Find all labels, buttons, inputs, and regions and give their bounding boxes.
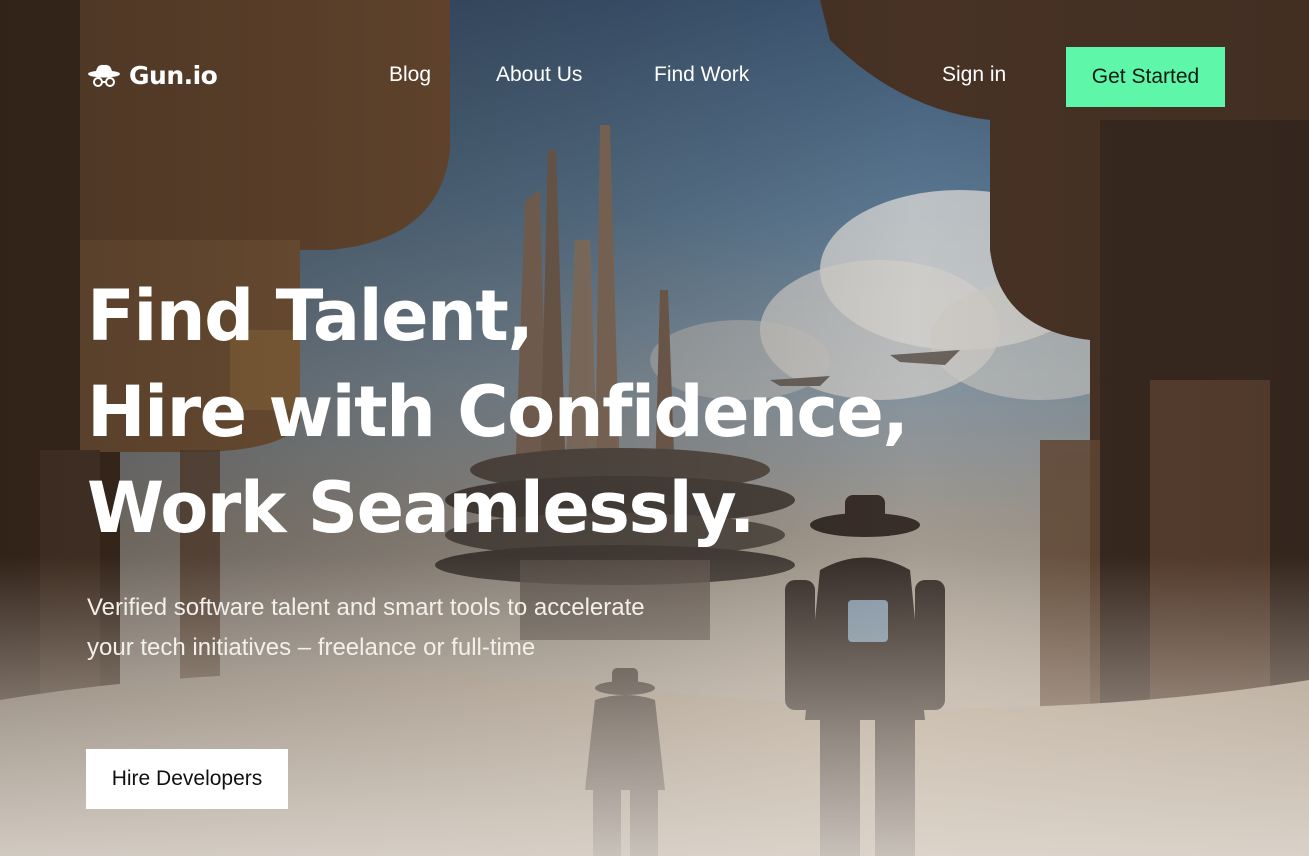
hire-developers-button[interactable]: Hire Developers (86, 749, 288, 809)
headline-line-1: Find Talent, (87, 275, 534, 357)
get-started-button[interactable]: Get Started (1066, 47, 1225, 107)
brand-logo[interactable]: Gun.io (87, 61, 218, 90)
nav-link-about-us[interactable]: About Us (496, 63, 582, 87)
nav-link-blog[interactable]: Blog (389, 63, 431, 87)
hero-subtitle: Verified software talent and smart tools… (87, 594, 645, 661)
hat-glasses-icon (88, 64, 120, 87)
sign-in-link[interactable]: Sign in (942, 63, 1006, 87)
nav-link-find-work[interactable]: Find Work (654, 63, 749, 87)
brand-name: Gun.io (129, 61, 218, 90)
hero-section: Gun.io Blog About Us Find Work Sign in G… (0, 0, 1309, 856)
hero-headline: Find Talent, Hire with Confidence, Work … (87, 268, 909, 556)
top-navigation: Gun.io Blog About Us Find Work Sign in G… (0, 47, 1309, 107)
headline-line-2: Hire with Confidence, (87, 371, 909, 453)
headline-line-3: Work Seamlessly. (87, 467, 755, 549)
